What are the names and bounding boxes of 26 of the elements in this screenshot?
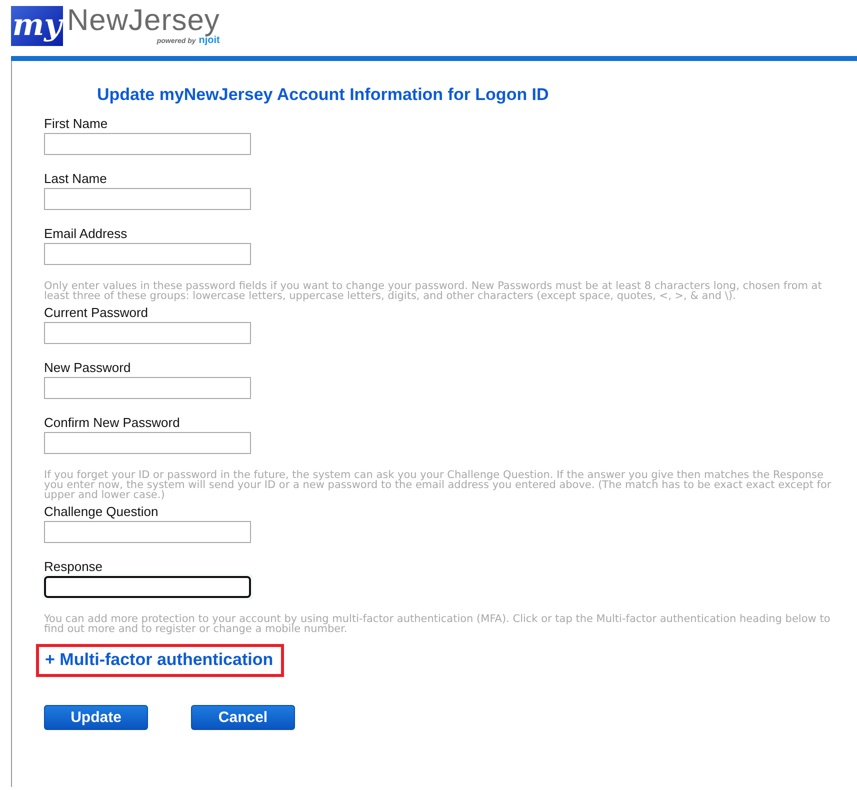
mfa-link[interactable]: + Multi-factor authentication bbox=[36, 644, 284, 677]
input-field[interactable] bbox=[44, 576, 251, 598]
input-field[interactable] bbox=[44, 322, 251, 344]
input-field[interactable] bbox=[44, 377, 251, 399]
input-field[interactable] bbox=[44, 243, 251, 265]
page-title: Update myNewJersey Account Information for Logon ID bbox=[97, 85, 550, 105]
field-label: Last Name bbox=[44, 171, 108, 186]
field-label: New Password bbox=[44, 360, 132, 375]
field-label: Challenge Question bbox=[44, 504, 160, 519]
help-text: You can add more protection to your account by using multi-factor authentication (MFA). Click or tap the Multi-factor authentication heading below to find out more and to register or change a mobile number. bbox=[44, 614, 832, 634]
help-text: Only enter values in these password fields if you want to change your password. New Passwords must be at least 8 characters long, chosen from at least three of these groups: lowercase letters, uppercase letters, digits, and other characters (except space, quotes, <, >, & and \). bbox=[44, 281, 823, 301]
vendor-logo: njoit bbox=[198, 35, 220, 46]
cancel-button[interactable]: Cancel bbox=[191, 705, 295, 730]
field-label: Confirm New Password bbox=[44, 415, 181, 430]
input-field[interactable] bbox=[44, 432, 251, 454]
field-label: First Name bbox=[44, 116, 109, 131]
input-field[interactable] bbox=[44, 133, 251, 155]
field-label: Current Password bbox=[44, 305, 150, 320]
input-field[interactable] bbox=[44, 521, 251, 543]
logo-mark: my bbox=[11, 6, 63, 46]
field-label: Email Address bbox=[44, 226, 128, 241]
help-text: If you forget your ID or password in the future, the system can ask you your Challenge Question. If the answer you give then matches the Response you enter now, the system will send your ID or a new password to the email address you entered above. (The match has to be exact exact except for upper and lower case.) bbox=[44, 470, 832, 500]
field-label: Response bbox=[44, 559, 104, 574]
update-button[interactable]: Update bbox=[44, 705, 148, 730]
input-field[interactable] bbox=[44, 188, 251, 210]
logo-name: NewJersey bbox=[67, 6, 220, 36]
